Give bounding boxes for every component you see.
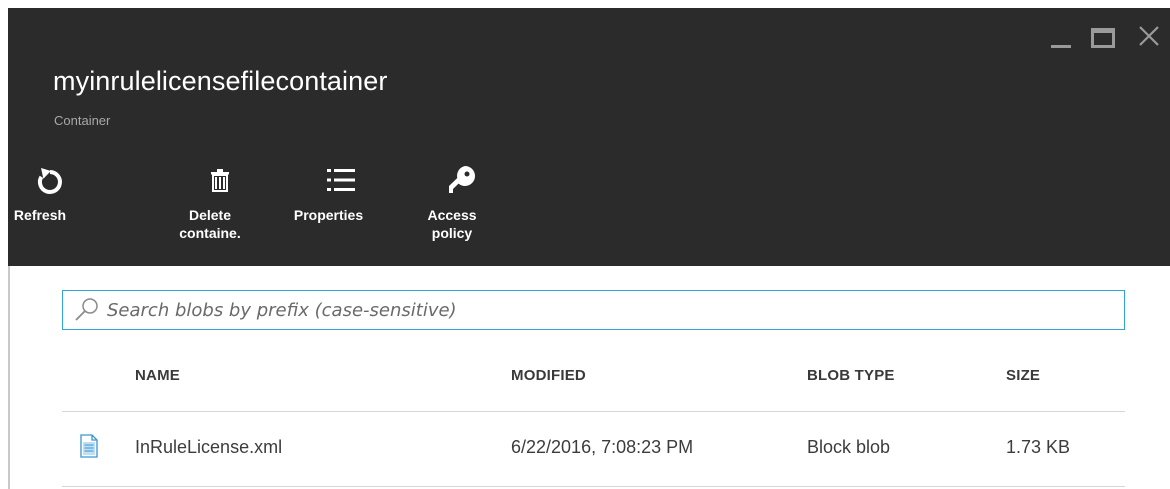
key-icon (432, 162, 492, 198)
table-header: NAME MODIFIED BLOB TYPE SIZE (62, 350, 1125, 412)
cell-name: InRuleLicense.xml (135, 437, 283, 457)
blob-table: NAME MODIFIED BLOB TYPE SIZE InRuleLicen… (62, 350, 1125, 487)
cell-size: 1.73 KB (1006, 437, 1071, 457)
search-input[interactable] (107, 299, 1007, 321)
column-header-size[interactable]: SIZE (1006, 367, 1040, 384)
minimize-icon[interactable] (1038, 22, 1082, 52)
blade-subtitle: Container (54, 113, 111, 128)
search-box[interactable] (62, 290, 1125, 330)
blade-header: myinrulelicensefilecontainer Container R… (8, 8, 1170, 266)
maximize-icon[interactable] (1082, 22, 1126, 52)
access-policy-label: Access policy (427, 207, 477, 241)
search-icon (63, 291, 107, 329)
blade-title: myinrulelicensefilecontainer (53, 66, 388, 96)
close-icon[interactable] (1126, 22, 1170, 52)
column-header-name[interactable]: NAME (135, 367, 180, 384)
table-row[interactable]: InRuleLicense.xml 6/22/2016, 7:08:23 PM … (62, 412, 1125, 487)
list-icon (311, 162, 371, 198)
document-icon (80, 434, 98, 463)
column-header-modified[interactable]: MODIFIED (511, 367, 586, 384)
cell-blob-type: Block blob (807, 437, 891, 457)
properties-label: Properties (293, 207, 364, 223)
delete-container-label: Delete containe. (179, 207, 241, 241)
container-blade: myinrulelicensefilecontainer Container R… (0, 0, 1170, 489)
refresh-icon (20, 162, 80, 198)
cell-modified: 6/22/2016, 7:08:23 PM (511, 437, 694, 457)
window-controls (1038, 22, 1170, 52)
blade-border (8, 266, 10, 489)
column-header-blob-type[interactable]: BLOB TYPE (807, 367, 895, 384)
trash-icon (190, 162, 250, 198)
refresh-label: Refresh (13, 207, 67, 223)
